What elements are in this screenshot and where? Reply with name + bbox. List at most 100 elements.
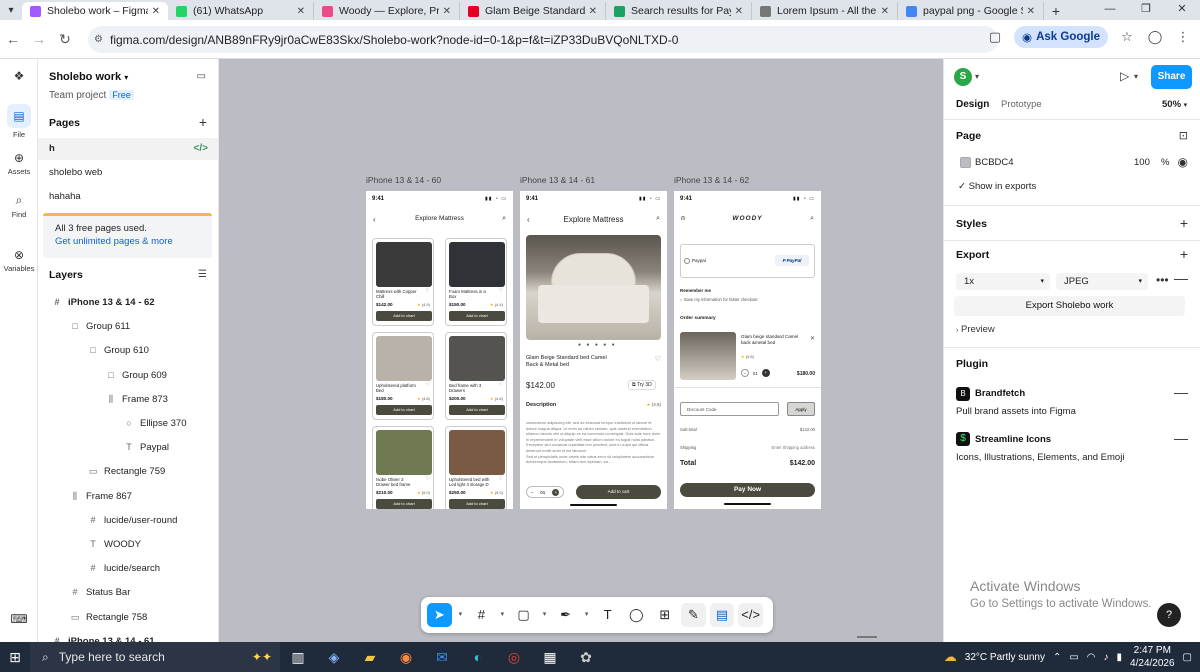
- share-button[interactable]: Share: [1151, 65, 1192, 89]
- collapse-panel-icon[interactable]: ▭: [197, 71, 206, 82]
- product-card[interactable]: Foam Mattress in a Box ♡ $150.00 ★ (4.4) Add…: [445, 238, 507, 326]
- frame-label-62[interactable]: iPhone 13 & 14 - 62: [674, 175, 749, 185]
- new-tab-button[interactable]: +: [1044, 2, 1068, 20]
- browser-tab[interactable]: Sholebo work – Figma ✕: [22, 2, 168, 20]
- url-field[interactable]: ⚙ figma.com/design/ANB89nFRy9jr0aCwE83Sk…: [88, 26, 998, 53]
- chevron-down-icon[interactable]: ▾: [498, 603, 507, 627]
- layer-row[interactable]: # iPhone 13 & 14 - 61: [38, 630, 218, 642]
- page-color-value[interactable]: BCBDC4: [975, 157, 1014, 168]
- show-in-exports[interactable]: ✓ Show in exports: [958, 181, 1036, 192]
- minus-icon[interactable]: −: [531, 490, 534, 495]
- heart-icon[interactable]: ♡: [499, 382, 503, 388]
- collapse-plugin-icon[interactable]: —: [1174, 430, 1188, 446]
- minus-icon[interactable]: −: [741, 369, 749, 377]
- chevron-down-icon[interactable]: ▾: [456, 603, 465, 627]
- layer-row[interactable]: # iPhone 13 & 14 - 62: [38, 291, 218, 313]
- export-button[interactable]: Export Sholebo work: [954, 296, 1185, 316]
- calculator-icon[interactable]: ▦: [532, 649, 568, 666]
- chrome-icon[interactable]: ◎: [496, 649, 532, 666]
- close-tab-icon[interactable]: ✕: [735, 6, 743, 17]
- profile-icon[interactable]: ◯: [1146, 29, 1164, 45]
- keyboard-icon[interactable]: ⌨: [0, 612, 38, 628]
- page-opacity-value[interactable]: 100: [1134, 157, 1150, 168]
- search-icon[interactable]: ⌕: [502, 215, 506, 223]
- remove-export-icon[interactable]: —: [1174, 270, 1188, 286]
- layer-row[interactable]: ⫼ Frame 867: [38, 485, 218, 507]
- tab-prototype[interactable]: Prototype: [1001, 99, 1042, 110]
- heart-icon[interactable]: ♡: [426, 476, 430, 482]
- browser-tab[interactable]: Glam Beige Standard B ✕: [460, 2, 606, 20]
- copilot-icon[interactable]: ◈: [316, 649, 352, 666]
- frame-label-60[interactable]: iPhone 13 & 14 - 60: [366, 175, 441, 185]
- remove-item-icon[interactable]: ✕: [810, 335, 815, 342]
- browser-tab[interactable]: Woody — Explore, Pro ✕: [314, 2, 460, 20]
- browser-tab[interactable]: paypal png - Google S ✕: [898, 2, 1044, 20]
- browser-tab[interactable]: (61) WhatsApp ✕: [168, 2, 314, 20]
- bookmark-manager-icon[interactable]: ▢: [986, 29, 1004, 45]
- radio-circle-icon[interactable]: [684, 258, 690, 264]
- move-tool-icon[interactable]: ➤: [427, 603, 452, 627]
- upgrade-link[interactable]: Get unlimited pages & more: [55, 236, 200, 247]
- dev-mode-icon[interactable]: </>: [738, 603, 763, 627]
- collapse-plugin-icon[interactable]: —: [1174, 384, 1188, 400]
- brandfetch-title[interactable]: Brandfetch: [975, 388, 1025, 399]
- paypal-option[interactable]: Paypal P PayPal: [680, 244, 815, 278]
- back-icon[interactable]: ←: [0, 31, 26, 47]
- local-variables-icon[interactable]: ⊡: [1179, 129, 1188, 142]
- frame-iphone-62[interactable]: 9:41 ▮▮ ◔ ▭ ⍝ WOODY ⌕ Paypal P PayPal Re…: [674, 191, 821, 509]
- heart-icon[interactable]: ♡: [655, 355, 661, 363]
- frame-tool-icon[interactable]: #: [469, 603, 494, 627]
- product-card[interactable]: Upholstered platform Bed ♡ $180.00 ★ (4.8) A…: [372, 332, 434, 420]
- frame-iphone-60[interactable]: 9:41 ▮▮ ◔ ▭ ‹ Explore Mattress ⌕ Mattres…: [366, 191, 513, 509]
- try-3d-button[interactable]: ⧉ Try 3D: [628, 380, 656, 390]
- ask-google-button[interactable]: ◉ Ask Google: [1014, 26, 1108, 48]
- rail-assets[interactable]: ⊕ Assets: [0, 151, 38, 176]
- minimize-icon[interactable]: —: [1092, 0, 1128, 18]
- pen-tool-icon[interactable]: ✒: [553, 603, 578, 627]
- reload-icon[interactable]: ↻: [52, 31, 78, 48]
- chevron-down-icon[interactable]: ▾: [540, 603, 549, 627]
- add-to-chart-button[interactable]: Add to chart: [449, 499, 505, 509]
- add-to-chart-button[interactable]: Add to chart: [376, 405, 432, 415]
- close-tab-icon[interactable]: ✕: [443, 6, 451, 17]
- dev-code-icon[interactable]: </>: [194, 138, 208, 160]
- volume-icon[interactable]: ♪: [1104, 652, 1109, 663]
- tab-design[interactable]: Design: [956, 99, 989, 110]
- outlook-icon[interactable]: ✉: [424, 649, 460, 666]
- layer-row[interactable]: ⫼ Frame 873: [38, 388, 218, 410]
- pay-now-button[interactable]: Pay Now: [680, 483, 815, 497]
- actions-tool-icon[interactable]: ⊞: [653, 603, 678, 627]
- quantity-stepper[interactable]: − 01 +: [526, 486, 564, 498]
- more-options-icon[interactable]: •••: [1156, 273, 1169, 287]
- task-view-icon[interactable]: ▥: [280, 649, 316, 666]
- page-item[interactable]: sholebo web: [38, 162, 218, 184]
- heart-icon[interactable]: ♡: [499, 288, 503, 294]
- rail-find[interactable]: ⌕ Find: [0, 193, 38, 219]
- carousel-dots[interactable]: ● ● ● ● ●: [578, 342, 617, 348]
- layer-row[interactable]: ○ Ellipse 370: [38, 412, 218, 434]
- product-card[interactable]: Isobe Olivier 3 Drawer bed frame ♡ $210.00…: [372, 426, 434, 509]
- restore-icon[interactable]: ❐: [1128, 0, 1164, 18]
- add-page-button[interactable]: +: [199, 114, 207, 130]
- windows-start-icon[interactable]: ⊞: [0, 649, 30, 666]
- shape-tool-icon[interactable]: ▢: [511, 603, 536, 627]
- browser-tab[interactable]: Search results for Payp ✕: [606, 2, 752, 20]
- weather-text[interactable]: 32°C Partly sunny: [965, 652, 1045, 663]
- heart-icon[interactable]: ♡: [426, 288, 430, 294]
- wifi-icon[interactable]: ◠: [1087, 652, 1096, 663]
- add-to-chart-button[interactable]: Add to chart: [449, 405, 505, 415]
- close-tab-icon[interactable]: ✕: [152, 6, 160, 17]
- plus-icon[interactable]: +: [761, 369, 770, 377]
- edge-icon[interactable]: ◐: [460, 649, 496, 665]
- layer-row[interactable]: □ Group 611: [38, 315, 218, 337]
- zoom-select[interactable]: 50% ▾: [1162, 99, 1187, 110]
- tab-search-icon[interactable]: ▾: [0, 0, 22, 20]
- rail-file[interactable]: ▤ File: [0, 104, 38, 139]
- canvas-scroll-indicator[interactable]: [857, 636, 877, 638]
- heart-icon[interactable]: ♡: [499, 476, 503, 482]
- discount-code-input[interactable]: Discount Code: [680, 402, 779, 416]
- add-to-chart-button[interactable]: Add to chart: [376, 499, 432, 509]
- clock[interactable]: 2:47 PM 4/24/2026: [1130, 644, 1175, 670]
- design-canvas[interactable]: iPhone 13 & 14 - 60 iPhone 13 & 14 - 61 …: [219, 59, 943, 642]
- layer-row[interactable]: □ Group 610: [38, 339, 218, 361]
